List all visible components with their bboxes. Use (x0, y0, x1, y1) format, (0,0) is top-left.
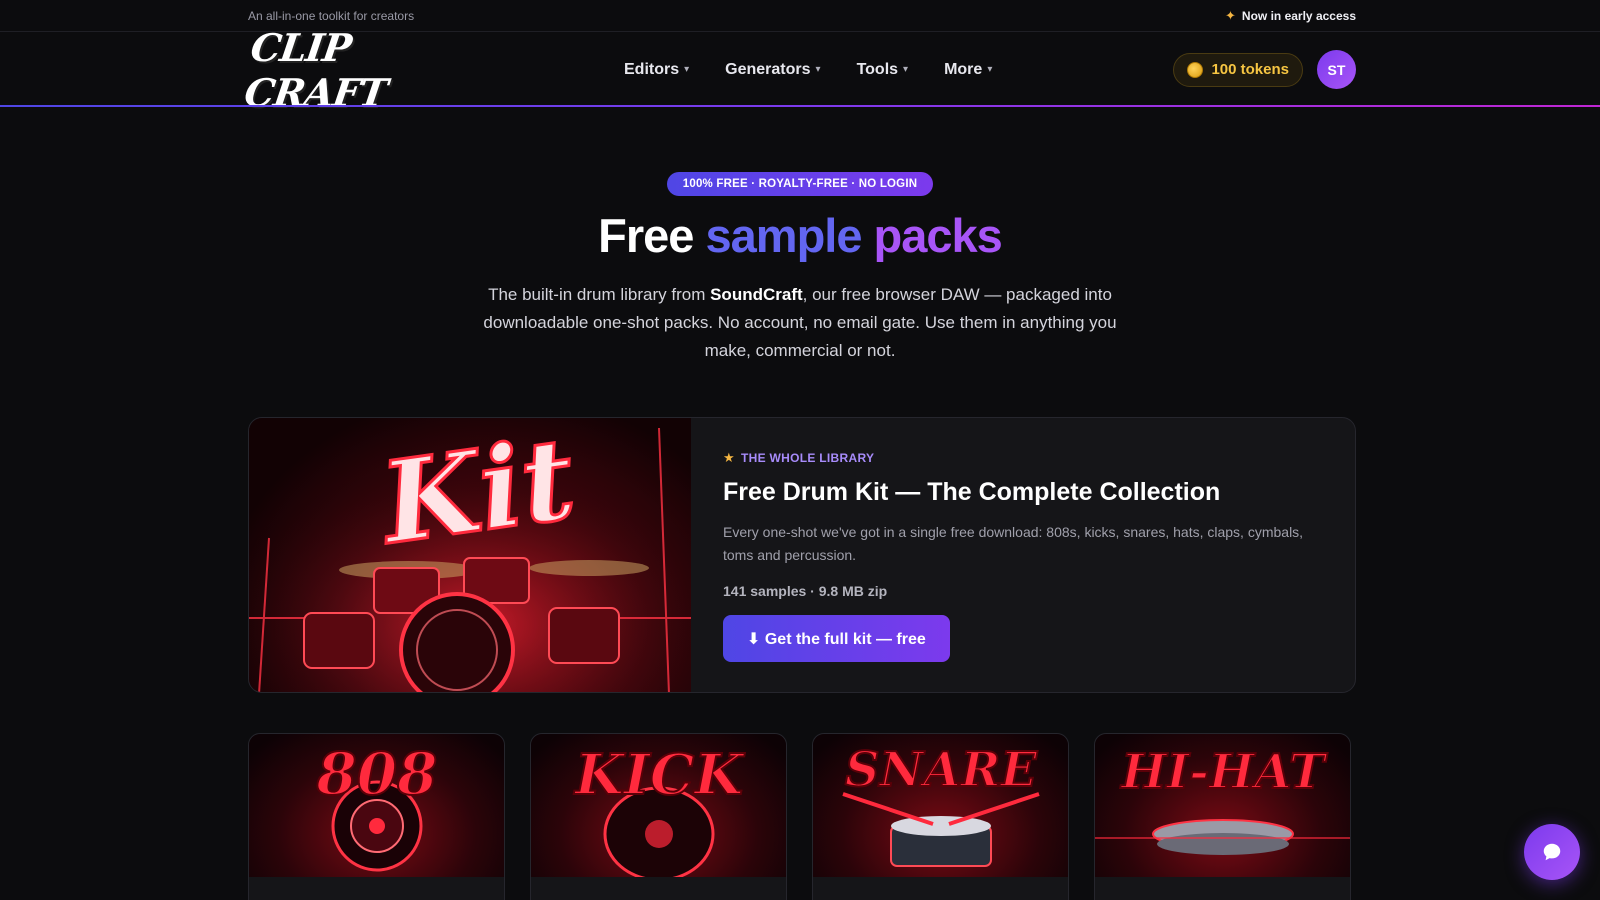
pack-art-text: HI-HAT (1119, 744, 1328, 800)
drum-kit-image: Kit (249, 418, 691, 692)
page-title: Free sample packs (0, 208, 1600, 263)
pack-card-kick[interactable]: KICK Free Kick Drum Samples (530, 733, 787, 900)
feature-eyebrow: ★ THE WHOLE LIBRARY (723, 450, 1323, 466)
chevron-down-icon: ▾ (684, 64, 690, 75)
feature-meta: 141 samples · 9.8 MB zip (723, 583, 888, 599)
feature-content: ★ THE WHOLE LIBRARY Free Drum Kit — The … (691, 418, 1355, 692)
pack-art-text: SNARE (845, 742, 1039, 798)
chevron-down-icon: ▾ (987, 64, 993, 75)
subtitle-start: The built-in drum library from (488, 285, 711, 304)
feature-title: Free Drum Kit — The Complete Collection (723, 478, 1221, 506)
soundcraft-brand: SoundCraft (710, 285, 803, 304)
user-avatar[interactable]: ST (1317, 50, 1356, 89)
main-navigation: CLIP CRAFT Editors ▾ Generators ▾ Tools … (0, 25, 1600, 115)
nav-editors[interactable]: Editors ▾ (624, 61, 689, 79)
kit-title-art: Kit (371, 418, 582, 570)
chevron-down-icon: ▾ (903, 64, 909, 75)
pack-title: Free Kick Drum Samples (531, 877, 786, 900)
hihat-illustration: HI-HAT (1095, 743, 1350, 855)
sample-pack-grid: 808 Free 808 Pack KICK Free Kick Drum Sa… (248, 733, 1356, 900)
title-word-free: Free (598, 209, 694, 262)
pack-art-text: 808 (315, 740, 437, 808)
early-access-label: Now in early access (1241, 8, 1356, 23)
free-badge: 100% FREE · ROYALTY-FREE · NO LOGIN (666, 172, 934, 196)
nav-tools[interactable]: Tools ▾ (857, 61, 909, 79)
nav-generators[interactable]: Generators ▾ (725, 61, 820, 79)
eyebrow-label: THE WHOLE LIBRARY (740, 451, 875, 465)
nav-tools-label: Tools (856, 60, 899, 78)
pack-title: Free 808 Pack (249, 877, 504, 900)
drum-kit-illustration: Kit (249, 418, 691, 692)
pack-card-808[interactable]: 808 Free 808 Pack (248, 733, 505, 900)
nav-more[interactable]: More ▾ (944, 61, 992, 79)
feature-description: Every one-shot we've got in a single fre… (723, 524, 1304, 563)
chevron-down-icon: ▾ (815, 64, 821, 75)
pack-image-hihat: HI-HAT (1095, 734, 1350, 877)
speaker-illustration: 808 (314, 739, 439, 872)
pack-card-snare[interactable]: SNARE Free Snare Samples (812, 733, 1069, 900)
nav-menu: Editors ▾ Generators ▾ Tools ▾ More ▾ (624, 61, 992, 79)
title-word-packs: packs (873, 209, 1003, 262)
top-announcement-bar: An all-in-one toolkit for creators ✦ Now… (0, 0, 1600, 32)
pack-image-snare: SNARE (813, 734, 1068, 877)
nav-generators-label: Generators (725, 60, 811, 78)
pack-title: Free Snare Samples (813, 877, 1068, 900)
early-access-notice[interactable]: ✦ Now in early access (1225, 8, 1356, 24)
get-full-kit-button[interactable]: ⬇ Get the full kit — free (723, 615, 950, 662)
kick-drum-illustration: KICK (572, 741, 746, 877)
nav-more-label: More (944, 60, 983, 78)
pack-card-hihat[interactable]: HI-HAT Free Hi-Hat Samples (1094, 733, 1351, 900)
chat-bubble-icon (1543, 843, 1561, 861)
tagline: An all-in-one toolkit for creators (248, 8, 415, 23)
snare-drum-illustration: SNARE (842, 741, 1040, 867)
clipcraft-logo[interactable]: CLIP CRAFT (242, 25, 455, 115)
pack-image-808: 808 (249, 734, 504, 877)
pack-art-text: KICK (573, 742, 745, 808)
star-icon: ★ (723, 450, 735, 465)
hero-subtitle: The built-in drum library from SoundCraf… (470, 281, 1130, 365)
title-word-sample: sample (705, 209, 863, 262)
pack-title: Free Hi-Hat Samples (1095, 877, 1350, 900)
pack-image-kick: KICK (531, 734, 786, 877)
nav-editors-label: Editors (624, 60, 680, 78)
nav-right: 100 tokens ST (1173, 50, 1356, 89)
tokens-label: 100 tokens (1211, 61, 1289, 78)
coin-icon (1187, 61, 1204, 78)
tokens-balance-button[interactable]: 100 tokens (1173, 52, 1303, 87)
chat-widget-button[interactable] (1524, 824, 1580, 880)
full-kit-feature-card: Kit ★ THE WHOLE LIBRARY Free Drum Kit — … (248, 417, 1356, 693)
hero-section: 100% FREE · ROYALTY-FREE · NO LOGIN Free… (0, 107, 1600, 365)
sparkle-icon: ✦ (1225, 7, 1236, 23)
